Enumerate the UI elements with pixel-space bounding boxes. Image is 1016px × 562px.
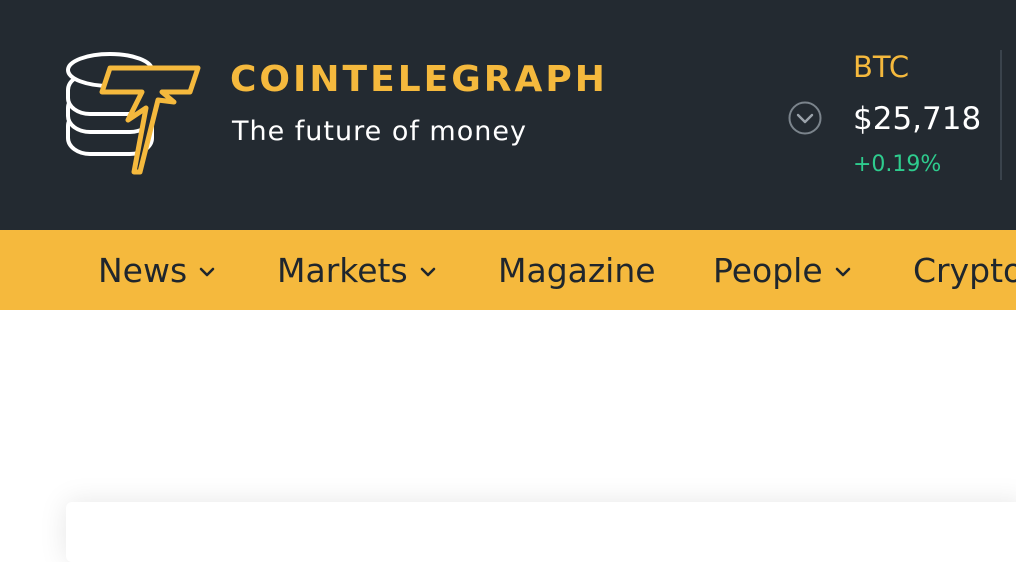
chevron-down-circle-icon[interactable] <box>788 101 822 135</box>
nav-item-label: News <box>98 250 188 290</box>
brand-name[interactable]: COINTELEGRAPH <box>230 58 608 102</box>
nav-item-people[interactable]: People <box>713 230 851 310</box>
ticker-divider <box>1000 50 1002 180</box>
nav-item-label: Magazine <box>498 250 656 290</box>
nav-item-label: Markets <box>277 250 408 290</box>
ticker-symbol[interactable]: BTC <box>853 49 909 85</box>
nav-item-news[interactable]: News <box>98 230 215 310</box>
brand-tagline: The future of money <box>232 116 527 147</box>
cointelegraph-logo-icon[interactable] <box>62 48 202 178</box>
nav-item-label: Crypto <box>913 250 1016 290</box>
content-card <box>66 502 1016 562</box>
nav-item-magazine[interactable]: Magazine <box>498 230 656 310</box>
nav-item-markets[interactable]: Markets <box>277 230 436 310</box>
chevron-down-icon <box>199 267 215 277</box>
main-nav: News Markets Magazine People Crypto <box>0 230 1016 310</box>
ticker-change: +0.19% <box>853 152 942 177</box>
nav-item-label: People <box>713 250 823 290</box>
chevron-down-icon <box>420 267 435 277</box>
ticker-price: $25,718 <box>853 101 982 137</box>
nav-item-crypto[interactable]: Crypto <box>913 230 1016 310</box>
chevron-down-icon <box>835 267 850 277</box>
site-header: COINTELEGRAPH The future of money BTC $2… <box>0 0 1016 230</box>
